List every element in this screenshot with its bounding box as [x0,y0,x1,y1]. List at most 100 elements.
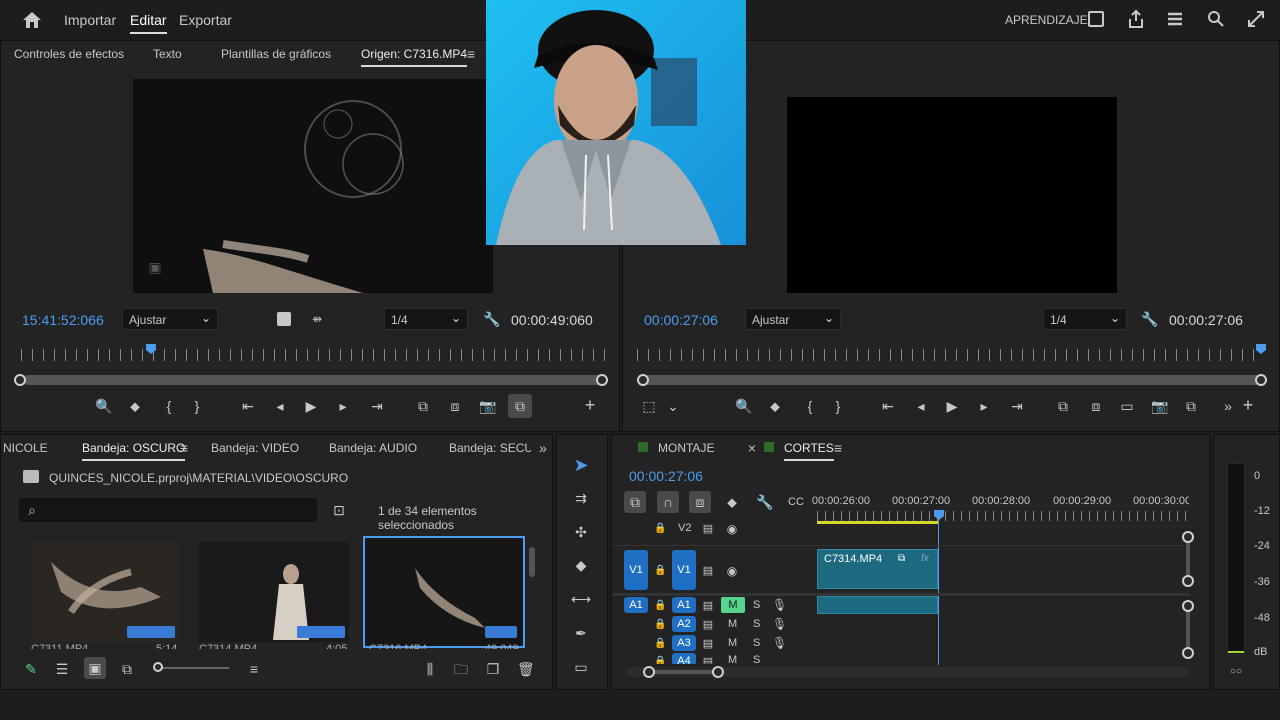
add-marker-icon[interactable]: ⬥ [128,398,142,414]
thumbnail-item[interactable] [199,542,349,642]
lock-icon[interactable]: 🔒 [654,598,666,614]
scroll-handle[interactable] [712,666,724,678]
source-timecode-current[interactable]: 15:41:52:066 [22,312,104,328]
source-fit-dropdown[interactable]: Ajustar ⌄ [122,308,218,330]
tab-sequence-montaje[interactable]: MONTAJE [658,441,714,455]
mute-a3-button[interactable]: M [728,637,737,649]
panel-menu-icon[interactable]: ≡ [178,440,190,456]
lock-icon[interactable]: 🔒 [654,636,666,652]
expand-icon[interactable] [1247,10,1265,28]
go-to-in-icon[interactable]: ⇤ [879,398,897,414]
filmstrip-icon[interactable]: ▤ [701,617,715,633]
go-to-out-icon[interactable]: ⇥ [1008,398,1026,414]
tab-text[interactable]: Texto [153,47,182,61]
icon-view-icon[interactable]: ▣ [84,657,106,679]
insert-icon[interactable]: ⧉ [414,398,432,414]
filmstrip-icon[interactable]: ▤ [701,654,715,664]
new-item-icon[interactable]: ❐ [485,661,501,677]
microphone-icon[interactable]: 🎙 [772,616,787,632]
captions-icon[interactable]: CC [788,494,804,510]
solo-a3-button[interactable]: S [753,637,760,649]
lock-icon[interactable]: 🔒 [654,654,666,664]
tab-source[interactable]: Origen: C7316.MP4 [361,47,468,67]
settings-panel-icon[interactable] [277,312,291,326]
home-icon[interactable] [22,11,42,29]
go-to-in-icon[interactable]: ⇤ [239,398,257,414]
source-patch-v1[interactable]: V1 [624,550,648,590]
eye-icon[interactable]: ◉ [724,521,740,537]
tab-sequence-cortes[interactable]: CORTES [784,441,834,461]
panel-menu-icon[interactable]: ≡ [832,440,844,456]
lock-icon[interactable]: 🔒 [654,521,666,537]
list-view-icon[interactable]: ☰ [54,661,70,677]
wrench-icon[interactable]: 🔧 [1141,311,1158,327]
search-zoom-icon[interactable]: 🔍 [95,398,112,414]
automate-icon[interactable]: ⫼ [421,661,439,677]
new-bin-icon[interactable]: 🗀 [453,661,469,677]
filmstrip-icon[interactable]: ▤ [701,521,715,537]
search-input[interactable] [45,500,311,520]
scroll-handle[interactable] [643,666,655,678]
filmstrip-icon[interactable]: ▤ [701,598,715,614]
safe-margins-icon[interactable]: ⬚ [641,398,657,414]
drag-video-icon[interactable]: ▣ [146,259,164,275]
search-icon[interactable] [1207,10,1225,28]
scroll-handle[interactable] [1182,575,1194,587]
rectangle-tool-icon[interactable]: ▭ [571,659,591,675]
program-zoom-left-handle[interactable] [637,374,649,386]
program-fit-dropdown[interactable]: Ajustar ⌄ [745,308,841,330]
source-patch-a1[interactable]: A1 [624,597,648,613]
mute-a4-button[interactable]: M [728,654,737,664]
step-forward-icon[interactable]: ▸ [335,398,351,414]
settings-icon[interactable] [1166,10,1184,28]
linked-selection-icon[interactable]: ⧈ [689,491,711,513]
lock-icon[interactable]: 🔒 [654,617,666,633]
learning-button[interactable]: APRENDIZAJE [1005,13,1088,27]
search-field[interactable]: ⌕ [19,498,317,522]
program-zoom-scrollbar[interactable] [643,375,1261,385]
microphone-icon[interactable]: 🎙 [772,597,787,613]
camera-icon[interactable]: 📷 [479,398,497,414]
comparison-view-icon[interactable]: ⧉ [1182,398,1200,414]
chevron-down-icon[interactable]: ⌄ [667,398,679,414]
track-target-v1[interactable]: V1 [672,550,696,590]
selection-tool-icon[interactable]: ➤ [569,453,593,477]
source-resolution-dropdown[interactable]: 1/4 ⌄ [384,308,468,330]
track-target-a2[interactable]: A2 [672,616,696,632]
track-target-a4[interactable]: A4 [672,653,696,664]
scroll-handle[interactable] [1182,531,1194,543]
step-back-icon[interactable]: ◂ [913,398,929,414]
scroll-handle[interactable] [1182,647,1194,659]
menu-editar[interactable]: Editar [130,12,167,34]
solo-a2-button[interactable]: S [753,618,760,630]
microphone-icon[interactable]: 🎙 [772,635,787,651]
thumbnail-item-selected[interactable] [363,536,525,648]
tab-bin-sequences[interactable]: Bandeja: SECUEN [449,441,531,455]
project-scrollbar[interactable] [529,547,535,577]
video-clip[interactable]: C7314.MP4 ⧉ fx [817,549,938,589]
filmstrip-icon[interactable]: ▤ [701,563,715,579]
pencil-icon[interactable]: ✎ [23,661,39,677]
tab-bin-audio[interactable]: Bandeja: AUDIO [329,441,417,455]
freeform-view-icon[interactable]: ⧉ [118,661,136,677]
timeline-timecode[interactable]: 00:00:27:06 [629,468,703,484]
extract-icon[interactable]: ⧈ [1087,398,1105,414]
work-area-bar[interactable] [817,521,939,524]
menu-importar[interactable]: Importar [64,12,116,28]
mark-out-icon[interactable]: } [191,398,203,414]
wrench-icon[interactable]: 🔧 [483,311,500,327]
sort-icon[interactable]: ≡ [246,661,262,677]
tab-bin-oscuro[interactable]: Bandeja: OSCURO [82,441,186,461]
program-time-ruler[interactable] [637,349,1263,361]
mark-in-icon[interactable]: { [163,398,175,414]
lift-icon[interactable]: ⧉ [1054,398,1072,414]
add-button-icon[interactable]: + [1240,396,1256,414]
eye-icon[interactable]: ◉ [724,563,740,579]
mark-in-icon[interactable]: { [804,398,816,414]
program-resolution-dropdown[interactable]: 1/4 ⌄ [1043,308,1127,330]
add-marker-icon[interactable]: ⬥ [725,494,739,510]
audio-clip[interactable] [817,596,938,614]
source-zoom-right-handle[interactable] [596,374,608,386]
add-marker-icon[interactable]: ⬥ [768,398,782,414]
timeline-scroll-thumb[interactable] [650,670,718,674]
